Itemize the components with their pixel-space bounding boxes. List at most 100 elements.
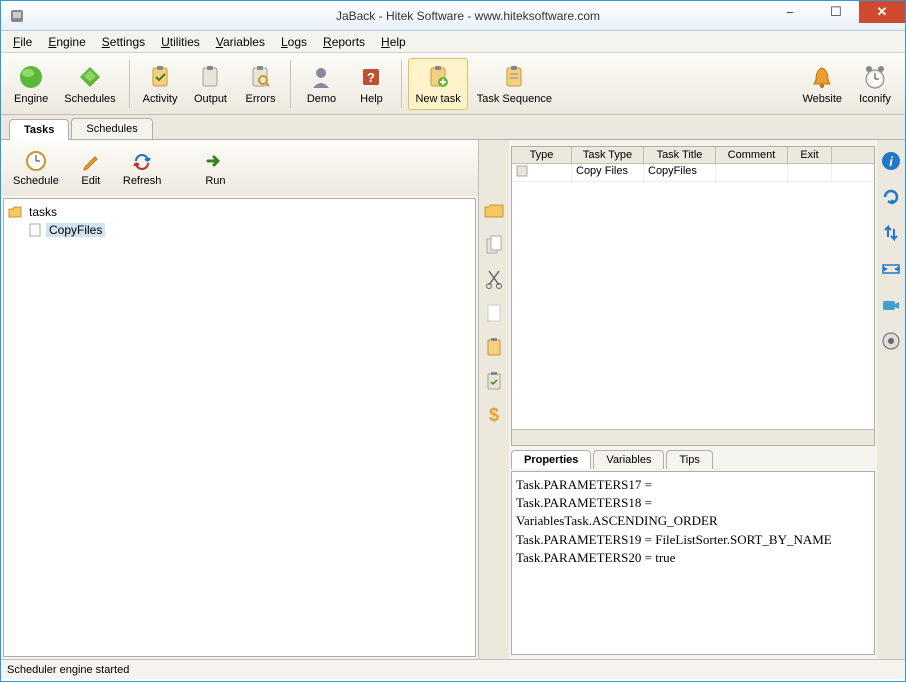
prop-line: Task.PARAMETERS20 = true: [516, 549, 870, 567]
refresh-button[interactable]: Refresh: [117, 147, 168, 189]
clipboard-button[interactable]: [483, 336, 505, 358]
cell-comment: [716, 164, 788, 181]
clipboard-check-button[interactable]: [483, 370, 505, 392]
prop-line: VariablesTask.ASCENDING_ORDER: [516, 512, 870, 530]
clock-small-icon: [24, 149, 48, 173]
edit-button[interactable]: Edit: [67, 147, 115, 189]
cell-exit: [788, 164, 832, 181]
property-tabs: Properties Variables Tips: [511, 450, 875, 469]
menu-engine[interactable]: Engine: [42, 33, 91, 51]
cell-tasktype: Copy Files: [572, 164, 644, 181]
minimize-button[interactable]: −: [767, 1, 813, 23]
clipboard-pencil-icon: [500, 63, 528, 91]
titlebar: JaBack - Hitek Software - www.hiteksoftw…: [1, 1, 905, 31]
task-grid: Type Task Type Task Title Comment Exit C…: [511, 146, 875, 446]
dollar-button[interactable]: $: [483, 404, 505, 426]
left-toolbar: Schedule Edit Refresh Run: [1, 140, 478, 196]
errors-button[interactable]: Errors: [236, 58, 284, 110]
grid-row[interactable]: Copy Files CopyFiles: [512, 164, 874, 182]
middle-toolbar: $: [479, 140, 509, 659]
iconify-button[interactable]: Iconify: [851, 58, 899, 110]
menubar: File Engine Settings Utilities Variables…: [1, 31, 905, 53]
grid-header: Type Task Type Task Title Comment Exit: [512, 147, 874, 164]
grid-hscroll[interactable]: [512, 429, 874, 445]
tab-properties[interactable]: Properties: [511, 450, 591, 469]
schedule-button[interactable]: Schedule: [7, 147, 65, 189]
camera-button[interactable]: [880, 294, 902, 316]
col-comment[interactable]: Comment: [716, 147, 788, 163]
tab-variables[interactable]: Variables: [593, 450, 664, 469]
prop-line: Task.PARAMETERS19 = FileListSorter.SORT_…: [516, 531, 870, 549]
tab-tasks[interactable]: Tasks: [9, 119, 69, 140]
tree-root[interactable]: tasks: [8, 203, 471, 221]
right-pane: Type Task Type Task Title Comment Exit C…: [509, 140, 877, 659]
info-button[interactable]: i: [880, 150, 902, 172]
new-doc-button[interactable]: [483, 302, 505, 324]
task-tree[interactable]: tasks CopyFiles: [3, 198, 476, 657]
gear-button[interactable]: [880, 330, 902, 352]
main-toolbar: Engine Schedules Activity Output Errors …: [1, 53, 905, 115]
svg-text:?: ?: [368, 70, 376, 85]
svg-text:i: i: [889, 154, 893, 169]
clipboard-check-icon: [146, 63, 174, 91]
website-button[interactable]: Website: [795, 58, 849, 110]
run-button[interactable]: Run: [191, 147, 239, 189]
diamond-green-icon: [76, 63, 104, 91]
prop-line: Task.PARAMETERS18 =: [516, 494, 870, 512]
col-exit[interactable]: Exit: [788, 147, 832, 163]
menu-reports[interactable]: Reports: [317, 33, 371, 51]
clock-icon: [861, 63, 889, 91]
menu-variables[interactable]: Variables: [210, 33, 271, 51]
refresh-side-button[interactable]: [880, 186, 902, 208]
menu-utilities[interactable]: Utilities: [155, 33, 206, 51]
maximize-button[interactable]: ☐: [813, 1, 859, 23]
tab-schedules[interactable]: Schedules: [71, 118, 152, 139]
play-arrow-icon: [203, 149, 227, 173]
book-help-icon: ?: [357, 63, 385, 91]
document-icon: [28, 223, 42, 237]
help-button[interactable]: ? Help: [347, 58, 395, 110]
side-toolbar: i: [877, 140, 905, 659]
activity-button[interactable]: Activity: [136, 58, 185, 110]
clipboard-plus-icon: [424, 63, 452, 91]
grid-body[interactable]: Copy Files CopyFiles: [512, 164, 874, 429]
cut-button[interactable]: [483, 268, 505, 290]
output-button[interactable]: Output: [186, 58, 234, 110]
clipboard-search-icon: [246, 63, 274, 91]
folder-icon: [8, 205, 22, 219]
engine-button[interactable]: Engine: [7, 58, 55, 110]
clipboard-icon: [196, 63, 224, 91]
refresh-icon: [130, 149, 154, 173]
col-type[interactable]: Type: [512, 147, 572, 163]
col-tasktype[interactable]: Task Type: [572, 147, 644, 163]
expand-button[interactable]: [880, 258, 902, 280]
tasksequence-button[interactable]: Task Sequence: [470, 58, 559, 110]
tree-item-copyfiles[interactable]: CopyFiles: [8, 221, 471, 239]
tabstrip: Tasks Schedules: [1, 115, 905, 139]
newtask-button[interactable]: New task: [408, 58, 467, 110]
menu-logs[interactable]: Logs: [275, 33, 313, 51]
close-button[interactable]: ✕: [859, 1, 905, 23]
app-icon: [9, 8, 25, 24]
col-tasktitle[interactable]: Task Title: [644, 147, 716, 163]
statusbar: Scheduler engine started: [1, 659, 905, 679]
updown-button[interactable]: [880, 222, 902, 244]
menu-file[interactable]: File: [7, 33, 38, 51]
tab-tips[interactable]: Tips: [666, 450, 712, 469]
content-area: Schedule Edit Refresh Run tasks: [1, 139, 905, 659]
cell-type-icon: [512, 164, 572, 181]
svg-text:$: $: [489, 405, 499, 425]
demo-button[interactable]: Demo: [297, 58, 345, 110]
properties-panel[interactable]: Task.PARAMETERS17 = Task.PARAMETERS18 = …: [511, 471, 875, 655]
schedules-button[interactable]: Schedules: [57, 58, 122, 110]
left-pane: Schedule Edit Refresh Run tasks: [1, 140, 479, 659]
user-demo-icon: [307, 63, 335, 91]
menu-help[interactable]: Help: [375, 33, 412, 51]
menu-settings[interactable]: Settings: [96, 33, 151, 51]
copy-button[interactable]: [483, 234, 505, 256]
status-text: Scheduler engine started: [7, 664, 129, 676]
folder-open-button[interactable]: [483, 200, 505, 222]
bell-icon: [808, 63, 836, 91]
prop-line: Task.PARAMETERS17 =: [516, 476, 870, 494]
cell-tasktitle: CopyFiles: [644, 164, 716, 181]
